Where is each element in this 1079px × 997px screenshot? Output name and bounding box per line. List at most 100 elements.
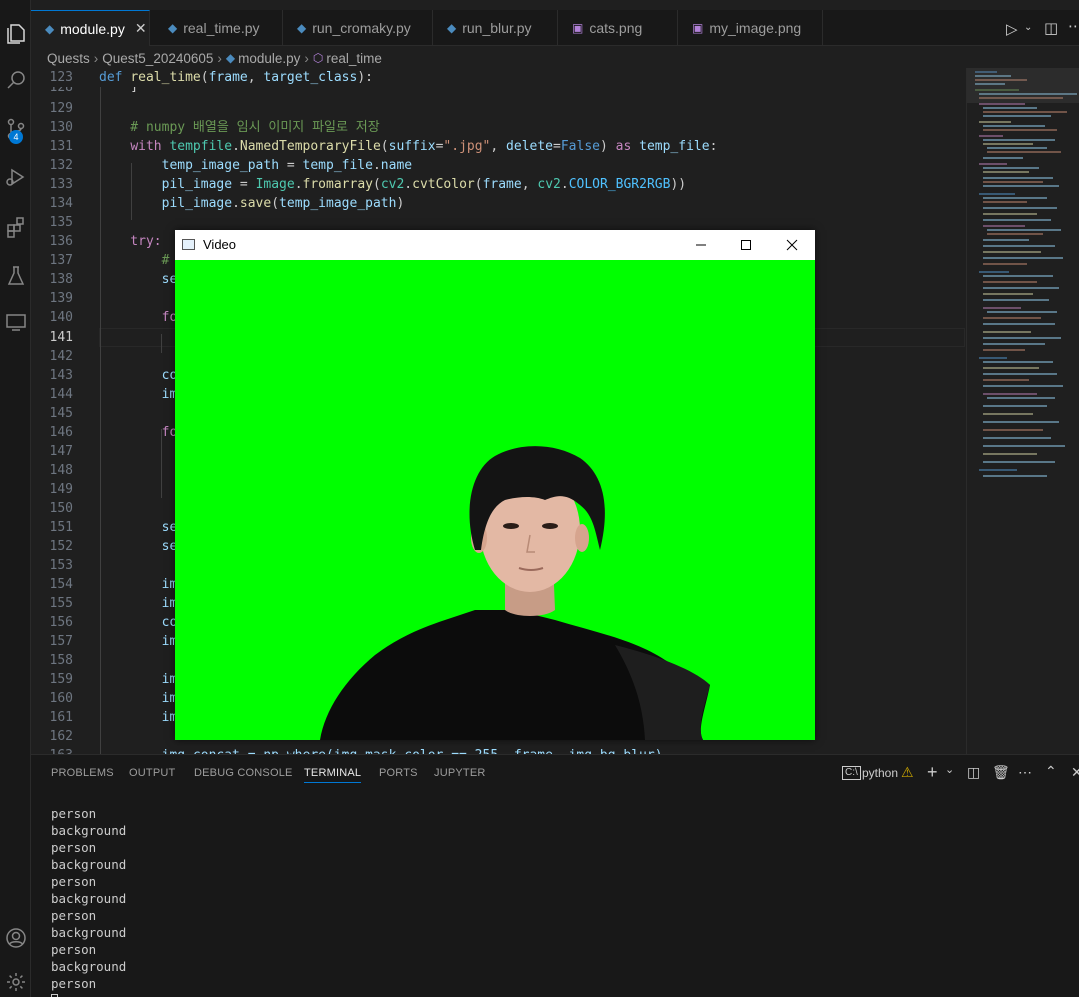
run-debug-icon[interactable] bbox=[0, 160, 31, 194]
minimap-viewport[interactable] bbox=[967, 68, 1079, 103]
chevron-down-icon[interactable]: ⌄ bbox=[1024, 22, 1032, 33]
close-icon[interactable]: ✕ bbox=[135, 20, 147, 37]
breadcrumb-item[interactable]: Quests bbox=[47, 51, 90, 66]
tab-terminal[interactable]: TERMINAL bbox=[304, 767, 362, 783]
code-text: im bbox=[99, 577, 178, 592]
source-control-badge: 4 bbox=[9, 130, 23, 144]
tab-run-blur-py[interactable]: ◆ run_blur.py bbox=[433, 10, 558, 46]
person-eye bbox=[503, 523, 519, 529]
line-number: 148 bbox=[49, 463, 73, 478]
line-number: 152 bbox=[49, 539, 73, 554]
line-number: 158 bbox=[49, 653, 73, 668]
code-line: 134 pil_image.save(temp_image_path) bbox=[31, 194, 965, 213]
tab-real-time-py[interactable]: ◆ real_time.py bbox=[154, 10, 283, 46]
breadcrumb-item[interactable]: real_time bbox=[326, 51, 382, 66]
search-icon[interactable] bbox=[0, 63, 31, 97]
line-number: 160 bbox=[49, 691, 73, 706]
line-number: 131 bbox=[49, 139, 73, 154]
code-line: 129 bbox=[31, 99, 965, 118]
code-line: 132 temp_image_path = temp_file.name bbox=[31, 156, 965, 175]
line-number: 153 bbox=[49, 558, 73, 573]
tab-output[interactable]: OUTPUT bbox=[129, 767, 175, 779]
split-terminal-icon[interactable]: ◫ bbox=[967, 764, 980, 781]
terminal-line: person bbox=[51, 942, 97, 957]
breadcrumb-item[interactable]: module.py bbox=[238, 51, 300, 66]
more-actions-icon[interactable]: ⋯ bbox=[1068, 17, 1079, 35]
image-file-icon: ▣ bbox=[692, 21, 704, 35]
run-python-file-icon[interactable]: ▷ bbox=[1006, 20, 1018, 38]
terminal-icon: C:\ bbox=[842, 766, 861, 780]
line-number: 149 bbox=[49, 482, 73, 497]
tab-problems[interactable]: PROBLEMS bbox=[51, 767, 114, 779]
line-number: 138 bbox=[49, 272, 73, 287]
tab-label: cats.png bbox=[589, 20, 643, 36]
close-button[interactable] bbox=[769, 230, 815, 260]
code-text: try: bbox=[99, 234, 162, 249]
tab-label: run_cromaky.py bbox=[312, 20, 411, 36]
terminal-line: person bbox=[51, 806, 97, 821]
code-line: 163 img_concat = np.where(img_mask_color… bbox=[31, 746, 965, 754]
more-actions-icon[interactable]: ⋯ bbox=[1018, 764, 1032, 781]
chevron-right-icon: › bbox=[93, 50, 99, 66]
maximize-button[interactable] bbox=[723, 230, 769, 260]
account-icon[interactable] bbox=[0, 921, 31, 955]
split-editor-icon[interactable]: ◫ bbox=[1044, 19, 1058, 37]
breadcrumb: Quests › Quest5_20240605 › ◆ module.py ›… bbox=[47, 49, 382, 67]
code-text: co bbox=[99, 615, 178, 630]
line-number: 151 bbox=[49, 520, 73, 535]
tab-my-image-png[interactable]: ▣ my_image.png bbox=[678, 10, 823, 46]
extensions-icon[interactable] bbox=[0, 210, 31, 244]
tab-label: module.py bbox=[60, 20, 125, 37]
add-terminal-icon[interactable]: + bbox=[927, 762, 938, 783]
terminal-line: person bbox=[51, 840, 97, 855]
bottom-panel: PROBLEMS OUTPUT DEBUG CONSOLE TERMINAL P… bbox=[31, 754, 1079, 997]
tab-label: my_image.png bbox=[709, 20, 802, 36]
line-number: 155 bbox=[49, 596, 73, 611]
tab-ports[interactable]: PORTS bbox=[379, 767, 418, 779]
code-text: im bbox=[99, 672, 178, 687]
settings-gear-icon[interactable] bbox=[0, 965, 31, 997]
warning-icon[interactable]: ⚠ bbox=[901, 764, 914, 781]
trash-icon[interactable]: 🗑 bbox=[992, 764, 1010, 781]
tab-label: real_time.py bbox=[183, 20, 260, 36]
terminal-output[interactable]: person background person background pers… bbox=[51, 805, 126, 997]
line-number: 144 bbox=[49, 387, 73, 402]
chevron-down-icon[interactable]: ⌄ bbox=[945, 763, 954, 776]
person-eye bbox=[542, 523, 558, 529]
tab-run-cromaky-py[interactable]: ◆ run_cromaky.py bbox=[283, 10, 433, 46]
testing-icon[interactable] bbox=[0, 259, 31, 293]
terminal-line: background bbox=[51, 959, 127, 974]
tab-module-py[interactable]: ◆ module.py ✕ bbox=[31, 10, 150, 46]
tab-jupyter[interactable]: JUPYTER bbox=[434, 767, 486, 779]
video-window[interactable]: Video bbox=[175, 230, 815, 740]
line-number: 150 bbox=[49, 501, 73, 516]
tab-debug-console[interactable]: DEBUG CONSOLE bbox=[194, 767, 293, 779]
code-line: 123 def real_time(frame, target_class): bbox=[31, 68, 965, 87]
terminal-line: person bbox=[51, 908, 97, 923]
breadcrumb-item[interactable]: Quest5_20240605 bbox=[102, 51, 213, 66]
close-panel-icon[interactable]: ✕ bbox=[1071, 764, 1079, 781]
terminal-name[interactable]: python bbox=[862, 766, 898, 780]
video-window-title: Video bbox=[203, 237, 237, 252]
terminal-line: background bbox=[51, 857, 127, 872]
tab-cats-png[interactable]: ▣ cats.png bbox=[558, 10, 678, 46]
explorer-icon[interactable] bbox=[0, 17, 31, 51]
remote-explorer-icon[interactable] bbox=[0, 305, 31, 339]
terminal-line: background bbox=[51, 891, 127, 906]
code-text: im bbox=[99, 634, 178, 649]
maximize-panel-icon[interactable]: ⌃ bbox=[1045, 763, 1057, 780]
terminal-line: background bbox=[51, 925, 127, 940]
code-line: 133 pil_image = Image.fromarray(cv2.cvtC… bbox=[31, 175, 965, 194]
python-file-icon: ◆ bbox=[447, 21, 457, 35]
line-number: 154 bbox=[49, 577, 73, 592]
minimize-button[interactable] bbox=[678, 230, 724, 260]
video-title-bar[interactable]: Video bbox=[175, 230, 815, 260]
line-number: 145 bbox=[49, 406, 73, 421]
line-number: 129 bbox=[49, 101, 73, 116]
minimap[interactable] bbox=[966, 68, 1079, 754]
code-text: se bbox=[99, 272, 178, 287]
code-text: # numpy 배열을 임시 이미지 파일로 저장 bbox=[99, 120, 380, 135]
code-text: co bbox=[99, 368, 178, 383]
line-number: 136 bbox=[49, 234, 73, 249]
python-file-icon: ◆ bbox=[168, 21, 178, 35]
